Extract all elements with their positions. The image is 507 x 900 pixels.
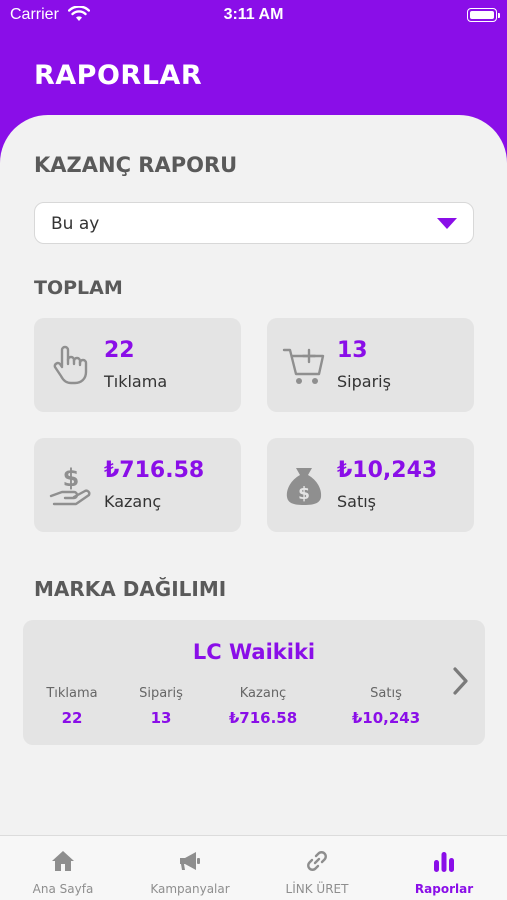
stat-value: ₺716.58: [104, 458, 205, 483]
brand-col-sales: Satış ₺10,243: [341, 686, 431, 727]
stat-label: Satış: [337, 492, 377, 511]
stat-value: 22: [104, 338, 135, 363]
brand-col-earnings: Kazanç ₺716.58: [218, 686, 308, 727]
cart-plus-icon: [282, 348, 325, 384]
brand-col-clicks: Tıklama 22: [35, 686, 109, 727]
bar-chart-icon: [434, 852, 454, 872]
brand-name: LC Waikiki: [192, 640, 316, 664]
home-icon: [52, 851, 74, 871]
stat-label: Kazanç: [104, 492, 162, 511]
stat-value: ₺10,243: [337, 458, 438, 483]
stat-card-orders: 13 Sipariş: [267, 318, 474, 412]
chevron-right-icon[interactable]: [451, 666, 471, 696]
brand-distribution-title: MARKA DAĞILIMI: [34, 577, 227, 601]
svg-text:$: $: [63, 464, 80, 492]
link-icon: [307, 851, 327, 871]
stat-card-clicks: 22 Tıklama: [34, 318, 241, 412]
status-time: 3:11 AM: [223, 6, 284, 23]
caret-down-icon: [437, 218, 457, 229]
tab-link-generate[interactable]: LİNK ÜRET: [254, 836, 380, 900]
stat-card-earnings: $ ₺716.58 Kazanç: [34, 438, 241, 532]
stat-label: Sipariş: [337, 372, 391, 391]
brand-card[interactable]: LC Waikiki Tıklama 22 Sipariş 13 Kazanç …: [23, 620, 485, 745]
tab-bar: Ana Sayfa Kampanyalar LİNK ÜRET Raporlar: [0, 835, 507, 900]
total-section-title: TOPLAM: [34, 277, 123, 299]
period-select[interactable]: Bu ay: [34, 202, 474, 244]
brand-col-value: ₺716.58: [228, 709, 298, 727]
stat-value: 13: [337, 338, 368, 363]
tab-label: Ana Sayfa: [32, 882, 94, 896]
brand-col-value: 13: [150, 709, 172, 727]
tab-campaigns[interactable]: Kampanyalar: [127, 836, 253, 900]
tab-label: Raporlar: [414, 882, 474, 896]
money-bag-icon: $: [286, 468, 322, 505]
tab-home[interactable]: Ana Sayfa: [0, 836, 126, 900]
period-select-value: Bu ay: [51, 214, 100, 234]
status-bar: Carrier 3:11 AM: [0, 0, 507, 32]
brand-col-header: Kazanç: [239, 686, 287, 701]
brand-col-header: Sipariş: [139, 686, 183, 701]
brand-col-value: 22: [61, 709, 83, 727]
svg-text:$: $: [298, 484, 310, 504]
tab-label: Kampanyalar: [150, 882, 230, 896]
megaphone-icon: [180, 852, 200, 870]
brand-col-header: Satış: [370, 686, 402, 701]
tab-label: LİNK ÜRET: [285, 882, 349, 896]
hand-pointer-icon: [53, 345, 88, 385]
brand-col-value: ₺10,243: [351, 709, 421, 727]
brand-col-orders: Sipariş 13: [123, 686, 199, 727]
stat-card-sales: $ ₺10,243 Satış: [267, 438, 474, 532]
earnings-report-title: KAZANÇ RAPORU: [34, 153, 238, 177]
page-title: RAPORLAR: [34, 60, 203, 91]
stat-label: Tıklama: [104, 372, 168, 391]
tab-reports[interactable]: Raporlar: [381, 836, 507, 900]
battery-icon: [467, 8, 500, 22]
hand-dollar-icon: $: [49, 464, 91, 506]
brand-col-header: Tıklama: [46, 686, 98, 701]
